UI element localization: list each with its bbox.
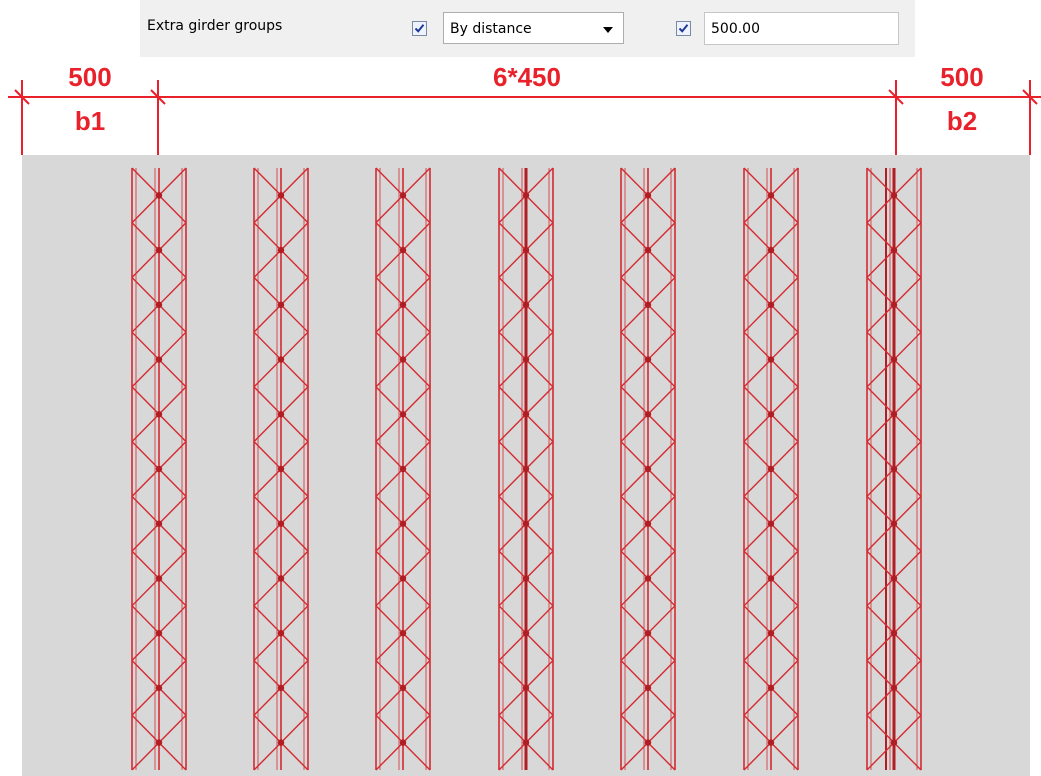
node-point	[522, 629, 530, 637]
dim-left-value: 500	[68, 62, 111, 92]
node-point	[277, 411, 285, 418]
node-point	[767, 411, 775, 418]
node-point	[644, 465, 652, 473]
node-point	[644, 739, 652, 746]
node-point	[522, 575, 530, 582]
node-point	[522, 192, 530, 199]
node-point	[155, 192, 163, 199]
node-point	[277, 192, 285, 199]
node-point	[767, 739, 775, 746]
node-point	[277, 246, 285, 254]
node-point	[399, 356, 407, 363]
node-point	[277, 301, 285, 309]
node-point	[644, 575, 652, 582]
distance-checkbox[interactable]	[676, 21, 691, 36]
node-point	[399, 465, 407, 473]
node-point	[767, 575, 775, 582]
node-point	[399, 192, 407, 199]
node-point	[399, 575, 407, 582]
node-point	[155, 629, 163, 637]
node-point	[644, 356, 652, 363]
method-dropdown[interactable]: By distance	[443, 12, 624, 44]
node-point	[890, 520, 898, 527]
node-point	[522, 465, 530, 473]
node-point	[522, 739, 530, 746]
node-point	[890, 246, 898, 254]
node-point	[155, 684, 163, 692]
method-dropdown-value: By distance	[450, 21, 532, 37]
node-point	[399, 684, 407, 692]
node-point	[277, 356, 285, 363]
node-point	[277, 684, 285, 692]
node-point	[277, 520, 285, 527]
node-point	[890, 465, 898, 473]
node-point	[767, 356, 775, 363]
node-point	[155, 739, 163, 746]
node-point	[522, 301, 530, 309]
node-point	[522, 684, 530, 692]
node-point	[767, 192, 775, 199]
bridge-drawing: 500 b1 6*450 500 b2	[8, 62, 1041, 776]
node-point	[890, 739, 898, 746]
node-point	[399, 301, 407, 309]
node-point	[399, 739, 407, 746]
node-point	[890, 575, 898, 582]
node-point	[522, 520, 530, 527]
dim-right-label: b2	[947, 106, 977, 136]
checkmark-icon	[414, 24, 425, 33]
node-point	[767, 246, 775, 254]
dim-right-value: 500	[940, 62, 983, 92]
node-point	[522, 356, 530, 363]
node-point	[277, 465, 285, 473]
distance-input[interactable]	[704, 12, 899, 45]
node-point	[399, 520, 407, 527]
node-point	[767, 684, 775, 692]
method-checkbox[interactable]	[412, 21, 427, 36]
node-point	[644, 684, 652, 692]
node-point	[890, 629, 898, 637]
node-point	[644, 520, 652, 527]
extra-girder-groups-label: Extra girder groups	[147, 18, 283, 34]
dim-middle-value: 6*450	[493, 62, 561, 92]
node-point	[890, 684, 898, 692]
node-point	[644, 629, 652, 637]
node-point	[155, 246, 163, 254]
toolbar: Extra girder groups By distance	[140, 0, 915, 57]
node-point	[155, 575, 163, 582]
chevron-down-icon	[603, 27, 613, 33]
node-point	[277, 629, 285, 637]
node-point	[522, 411, 530, 418]
node-point	[644, 246, 652, 254]
dim-left-label: b1	[75, 106, 105, 136]
node-point	[155, 465, 163, 473]
node-point	[155, 520, 163, 527]
node-point	[644, 301, 652, 309]
node-point	[890, 356, 898, 363]
node-point	[277, 575, 285, 582]
node-point	[277, 739, 285, 746]
node-point	[155, 411, 163, 418]
node-point	[767, 301, 775, 309]
node-point	[399, 246, 407, 254]
node-point	[522, 246, 530, 254]
node-point	[890, 192, 898, 199]
node-point	[644, 411, 652, 418]
node-point	[767, 465, 775, 473]
checkmark-icon	[678, 24, 689, 33]
node-point	[399, 629, 407, 637]
node-point	[155, 356, 163, 363]
node-point	[644, 192, 652, 199]
node-point	[890, 411, 898, 418]
node-point	[767, 629, 775, 637]
node-point	[155, 301, 163, 309]
node-point	[767, 520, 775, 527]
node-point	[399, 411, 407, 418]
node-point	[890, 301, 898, 309]
